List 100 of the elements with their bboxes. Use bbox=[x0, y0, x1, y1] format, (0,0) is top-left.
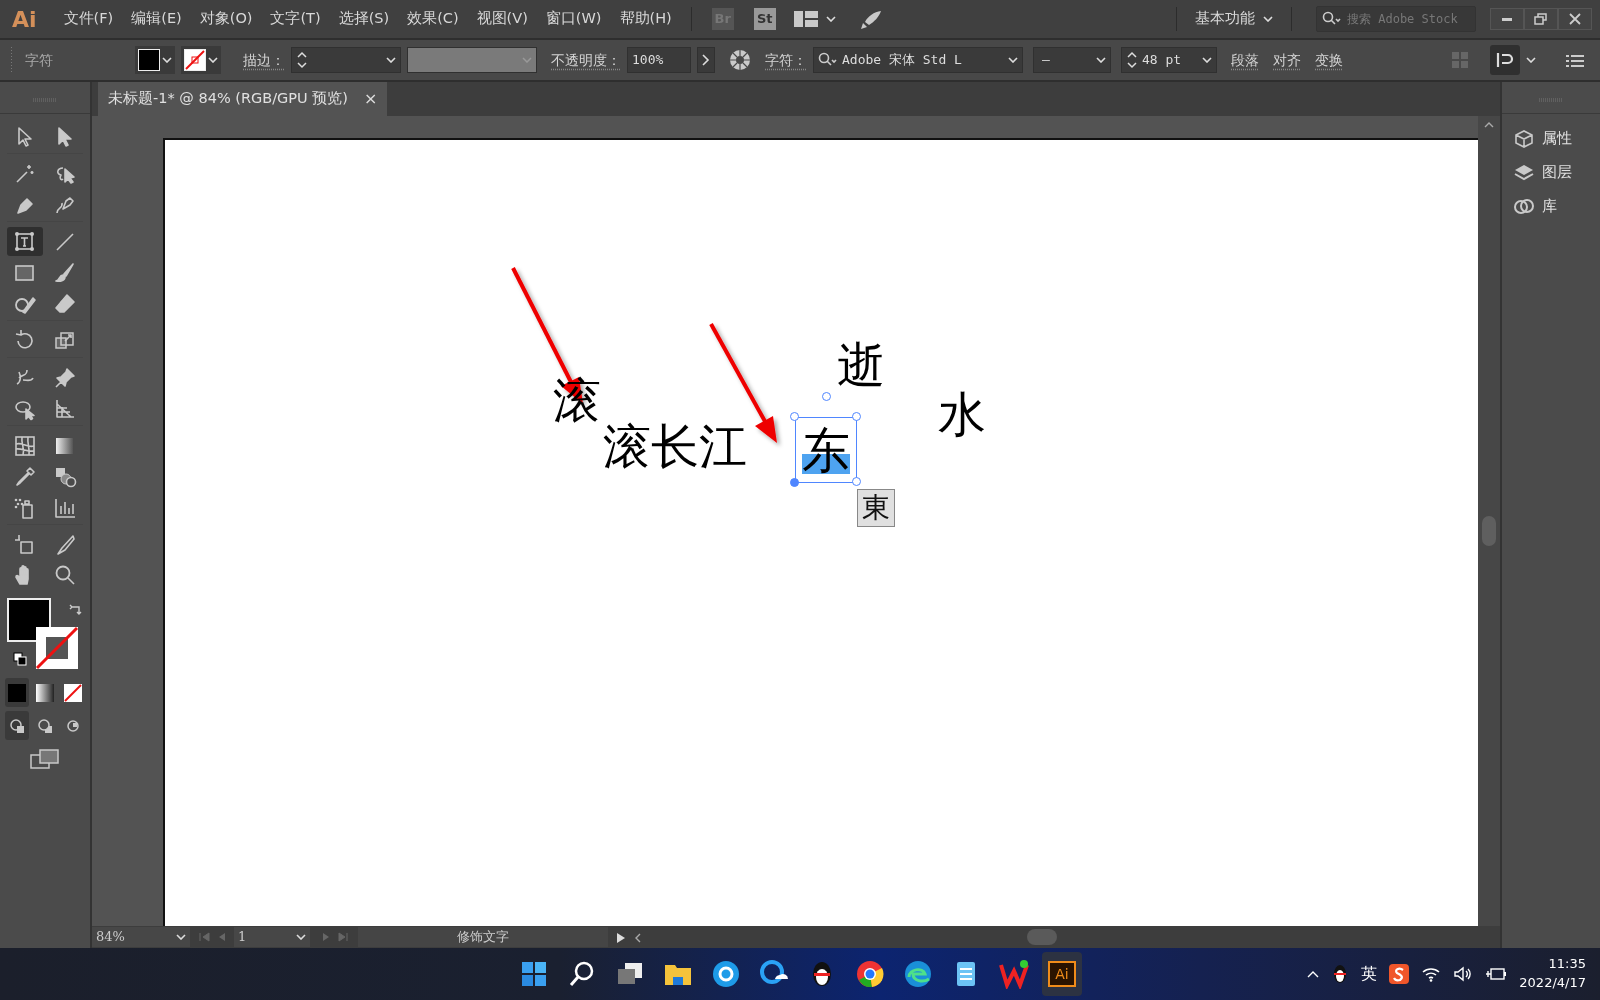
panel-button[interactable]: 图层 bbox=[1502, 155, 1584, 190]
close-button[interactable] bbox=[1558, 8, 1592, 30]
clock[interactable]: 11:35 2022/4/17 bbox=[1519, 955, 1586, 993]
caret-icon bbox=[1096, 57, 1106, 63]
canvas-text: 水 bbox=[938, 390, 986, 438]
stroke-label: 描边： bbox=[243, 50, 285, 70]
scroll-left-icon[interactable] bbox=[634, 932, 642, 943]
caret-icon bbox=[825, 16, 836, 22]
cloud-library-icon bbox=[1514, 196, 1534, 217]
close-tab-button[interactable]: × bbox=[363, 87, 378, 111]
spinner-icon bbox=[1126, 50, 1138, 70]
panel-button[interactable]: 属性 bbox=[1502, 122, 1584, 156]
menu-item[interactable]: 效果(C) bbox=[398, 8, 468, 30]
volume-icon[interactable] bbox=[1453, 966, 1474, 982]
document-tab[interactable]: 未标题-1* @ 84% (RGB/GPU 预览) × bbox=[98, 82, 388, 116]
selection-handle[interactable] bbox=[790, 478, 799, 487]
browser-icon bbox=[711, 959, 741, 989]
variable-width-profile[interactable] bbox=[407, 47, 537, 73]
menu-item[interactable]: 编辑(E) bbox=[122, 8, 191, 30]
menu-item[interactable]: 帮助(H) bbox=[610, 8, 681, 30]
zoom-dropdown[interactable] bbox=[172, 927, 190, 947]
type-tool-icon[interactable] bbox=[7, 227, 43, 256]
restore-button[interactable] bbox=[1524, 8, 1558, 30]
opacity-field[interactable]: 100% bbox=[627, 47, 691, 73]
caret-icon bbox=[1526, 57, 1536, 63]
panel-grip-icon bbox=[10, 47, 13, 73]
selection-handle[interactable] bbox=[852, 412, 861, 421]
menu-item[interactable]: 窗口(W) bbox=[536, 8, 611, 30]
paragraph-panel-icon bbox=[1496, 51, 1514, 69]
start-icon bbox=[519, 959, 549, 989]
draw-normal-icon[interactable] bbox=[5, 711, 29, 740]
canvas-text: 滚长江 bbox=[603, 422, 747, 470]
scrollbar-thumb[interactable] bbox=[1482, 516, 1496, 546]
canvas-text: 滚 bbox=[553, 376, 601, 424]
menu-item[interactable]: 对象(O) bbox=[190, 8, 262, 30]
search-field[interactable]: 搜索 Adobe Stock bbox=[1316, 6, 1476, 32]
chevron-icon[interactable] bbox=[697, 47, 715, 73]
caret-icon bbox=[208, 57, 218, 63]
taskbar-app[interactable]: Ai bbox=[1042, 952, 1082, 996]
input-method-indicator[interactable]: 英 bbox=[1361, 962, 1378, 986]
rotate-handle[interactable] bbox=[822, 392, 831, 401]
tray-caret-icon[interactable] bbox=[1307, 970, 1320, 978]
fill-swatch[interactable] bbox=[135, 46, 175, 74]
caret-icon bbox=[1008, 57, 1018, 63]
panel-button[interactable]: 库 bbox=[1502, 189, 1569, 224]
zoom-field[interactable]: 84% bbox=[92, 927, 172, 947]
selection-handle[interactable] bbox=[790, 412, 799, 421]
font-size-field[interactable]: 48 pt bbox=[1121, 47, 1217, 73]
stroke-color-swatch[interactable] bbox=[35, 626, 79, 670]
caret-icon bbox=[386, 57, 396, 63]
screen-mode-icon[interactable] bbox=[30, 748, 60, 770]
input-method-icon[interactable] bbox=[1389, 964, 1410, 984]
rocket-icon[interactable] bbox=[859, 9, 882, 30]
stroke-swatch[interactable] bbox=[181, 46, 221, 74]
list-icon[interactable] bbox=[1566, 53, 1584, 68]
font-style-dropdown[interactable]: – bbox=[1033, 47, 1111, 73]
play-icon[interactable] bbox=[616, 931, 626, 944]
workspace-switcher[interactable]: 基本功能 bbox=[1187, 8, 1281, 30]
minimize-button[interactable] bbox=[1490, 8, 1524, 30]
clock-date: 2022/4/17 bbox=[1519, 974, 1586, 992]
menu-item[interactable]: 选择(S) bbox=[329, 8, 399, 30]
font-family-field[interactable]: Adobe 宋体 Std L bbox=[813, 47, 1023, 73]
artboard-dropdown[interactable] bbox=[292, 927, 310, 947]
menu-item[interactable]: 文字(T) bbox=[261, 8, 330, 30]
battery-icon[interactable] bbox=[1485, 966, 1508, 982]
properties-icon bbox=[1514, 128, 1534, 149]
swap-colors-icon[interactable] bbox=[69, 602, 83, 616]
panel-link[interactable]: 段落 bbox=[1231, 49, 1259, 71]
artboard-number-field[interactable]: 1 bbox=[234, 927, 292, 947]
scrollbar-thumb[interactable] bbox=[1027, 929, 1057, 945]
panel-link[interactable]: 对齐 bbox=[1273, 49, 1301, 71]
panel-link[interactable]: 变换 bbox=[1315, 49, 1343, 71]
arrange-documents-button[interactable] bbox=[793, 11, 836, 27]
caret-icon bbox=[1202, 57, 1212, 63]
menu-item[interactable]: 视图(V) bbox=[467, 8, 537, 30]
search-icon bbox=[818, 52, 838, 68]
default-colors-icon[interactable] bbox=[13, 652, 27, 666]
minimize-icon bbox=[1502, 17, 1512, 21]
clock-time: 11:35 bbox=[1548, 955, 1586, 974]
panel-title: 字符 bbox=[24, 50, 54, 70]
status-tool-name: 修饰文字 bbox=[358, 927, 608, 947]
edge-icon bbox=[903, 959, 933, 989]
selection-handle[interactable] bbox=[852, 477, 861, 486]
caret-icon bbox=[162, 57, 172, 63]
caret-icon bbox=[176, 934, 186, 940]
character-label: 字符： bbox=[765, 50, 807, 70]
caret-icon bbox=[522, 57, 532, 63]
scroll-up-icon[interactable] bbox=[1484, 122, 1494, 128]
panel-toggle-button[interactable] bbox=[1490, 45, 1520, 75]
menu-item[interactable]: 文件(F) bbox=[54, 8, 123, 30]
stock-button[interactable]: St bbox=[753, 8, 776, 30]
fill-color-swatch[interactable] bbox=[7, 598, 51, 642]
stroke-weight-field[interactable] bbox=[291, 47, 401, 73]
recolor-wheel-icon[interactable] bbox=[729, 49, 751, 71]
ime-candidate[interactable]: 東 bbox=[857, 489, 895, 527]
app-logo: Ai bbox=[11, 5, 38, 34]
layers-icon bbox=[1514, 162, 1534, 183]
document-title: 未标题-1* @ 84% (RGB/GPU 预览) bbox=[108, 89, 348, 109]
wifi-icon[interactable] bbox=[1421, 966, 1442, 982]
color-mode-button[interactable] bbox=[5, 678, 29, 707]
